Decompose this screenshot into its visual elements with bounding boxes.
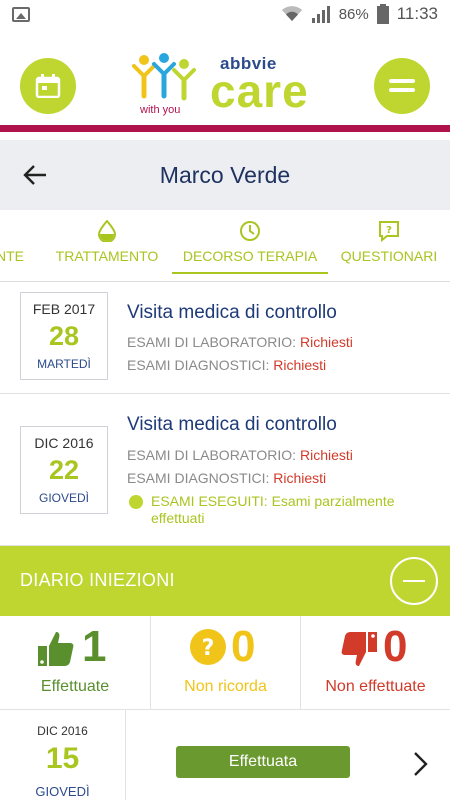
app-header: abbvie care with you [0,30,450,132]
lab-exams-line: ESAMI DI LABORATORIO: Richiesti [127,334,353,350]
divider [125,710,126,800]
stat-unsure-label: Non ricorda [184,678,267,695]
tab-partial-left[interactable]: NTE [0,210,40,282]
wifi-icon [281,6,302,21]
visit-month: FEB 2017 [32,301,96,317]
lab-exams-label: ESAMI DI LABORATORIO: [127,447,297,463]
visit-date-box: DIC 2016 22 GIOVEDÌ [20,426,108,514]
injection-month: DIC 2016 [37,724,88,738]
clock-time: 11:33 [396,4,438,23]
stat-done-label: Effettuate [40,678,110,695]
chevron-right-icon[interactable] [410,750,432,778]
tab-trattamento[interactable]: TRATTAMENTO [42,210,172,282]
diag-exams-label: ESAMI DIAGNOSTICI: [127,357,270,373]
tab-label: NTE [0,248,24,264]
stat-unsure-value: 0 [231,622,256,671]
injection-diary-header[interactable]: DIARIO INIEZIONI [0,546,450,616]
battery-percent: 86% [338,5,369,23]
svg-text:?: ? [202,636,215,661]
menu-icon [389,79,415,92]
diag-exams-value: Richiesti [273,357,327,373]
visit-card[interactable]: FEB 2017 28 MARTEDÌ Visita medica di con… [0,282,450,394]
stat-unsure: ? 0 Non ricorda [150,616,300,710]
visit-date-box: FEB 2017 28 MARTEDÌ [20,292,108,380]
thumbs-up-icon [38,632,74,666]
abbvie-care-logo: abbvie care with you [132,52,322,122]
visit-card[interactable]: DIC 2016 22 GIOVEDÌ Visita medica di con… [0,394,450,546]
thumbs-down-icon [341,632,377,666]
lab-exams-line: ESAMI DI LABORATORIO: Richiesti [127,447,353,463]
diary-title: DIARIO INIEZIONI [20,570,175,590]
collapse-minus-icon[interactable] [390,557,438,605]
diag-exams-line: ESAMI DIAGNOSTICI: Richiesti [127,470,326,486]
visit-day: 22 [48,455,80,485]
visit-title: Visita medica di controllo [127,414,337,435]
active-tab-indicator [172,272,328,274]
tab-questionari[interactable]: ? QUESTIONARI [336,210,442,282]
status-bar: 86% 11:33 [0,0,450,30]
menu-button[interactable] [374,58,430,114]
stat-not-done-value: 0 [383,622,408,671]
image-notification-icon [12,7,30,22]
diag-exams-label: ESAMI DIAGNOSTICI: [127,470,270,486]
diag-exams-line: ESAMI DIAGNOSTICI: Richiesti [127,357,326,373]
tab-decorso-terapia[interactable]: DECORSO TERAPIA [172,210,328,282]
patient-name: Marco Verde [159,162,291,188]
visit-weekday: GIOVEDÌ [38,491,89,505]
lab-exams-value: Richiesti [299,334,353,350]
lab-exams-value: Richiesti [299,447,353,463]
exams-done-line: ESAMI ESEGUITI: Esami parzialmente effet… [127,493,427,527]
stat-done-value: 1 [82,622,107,671]
question-bubble-icon: ? [379,221,399,242]
question-circle-icon: ? [190,629,226,665]
logo-product: care [210,65,309,117]
clock-icon [240,221,260,241]
injection-status-button[interactable]: Effettuata [176,746,350,778]
patient-title-bar: Marco Verde [0,140,450,210]
logo-tagline: with you [140,104,181,116]
visit-month: DIC 2016 [34,435,94,451]
calendar-button[interactable] [20,58,76,114]
svg-text:?: ? [386,225,392,236]
injection-day: 15 [45,742,80,775]
signal-icon [311,6,330,23]
stat-not-done: 0 Non effettuate [300,616,450,710]
exams-done-text: ESAMI ESEGUITI: Esami parzialmente effet… [151,493,395,526]
calendar-icon [35,74,61,98]
battery-icon [376,4,389,24]
stat-done: 1 Effettuate [0,616,150,710]
tab-label: TRATTAMENTO [55,248,159,264]
people-logo-icon [132,53,196,101]
injection-stats: 1 Effettuate ? 0 Non ricorda 0 Non effet… [0,616,450,710]
drop-icon [97,220,117,242]
visit-day: 28 [48,321,80,351]
visit-weekday: MARTEDÌ [37,357,91,371]
status-dot-icon [129,495,143,509]
tab-label: DECORSO TERAPIA [182,248,318,264]
visit-title: Visita medica di controllo [127,302,337,323]
injection-weekday: GIOVEDÌ [35,784,90,799]
tab-label: QUESTIONARI [340,248,438,264]
injection-entry-row[interactable]: DIC 2016 15 GIOVEDÌ Effettuata [0,710,450,800]
stat-not-done-label: Non effettuate [325,678,426,695]
brand-divider-bar [0,125,450,132]
tab-bar: NTE TRATTAMENTO DECORSO TERAPIA ? QUESTI… [0,210,450,282]
diag-exams-value: Richiesti [273,470,327,486]
lab-exams-label: ESAMI DI LABORATORIO: [127,334,297,350]
